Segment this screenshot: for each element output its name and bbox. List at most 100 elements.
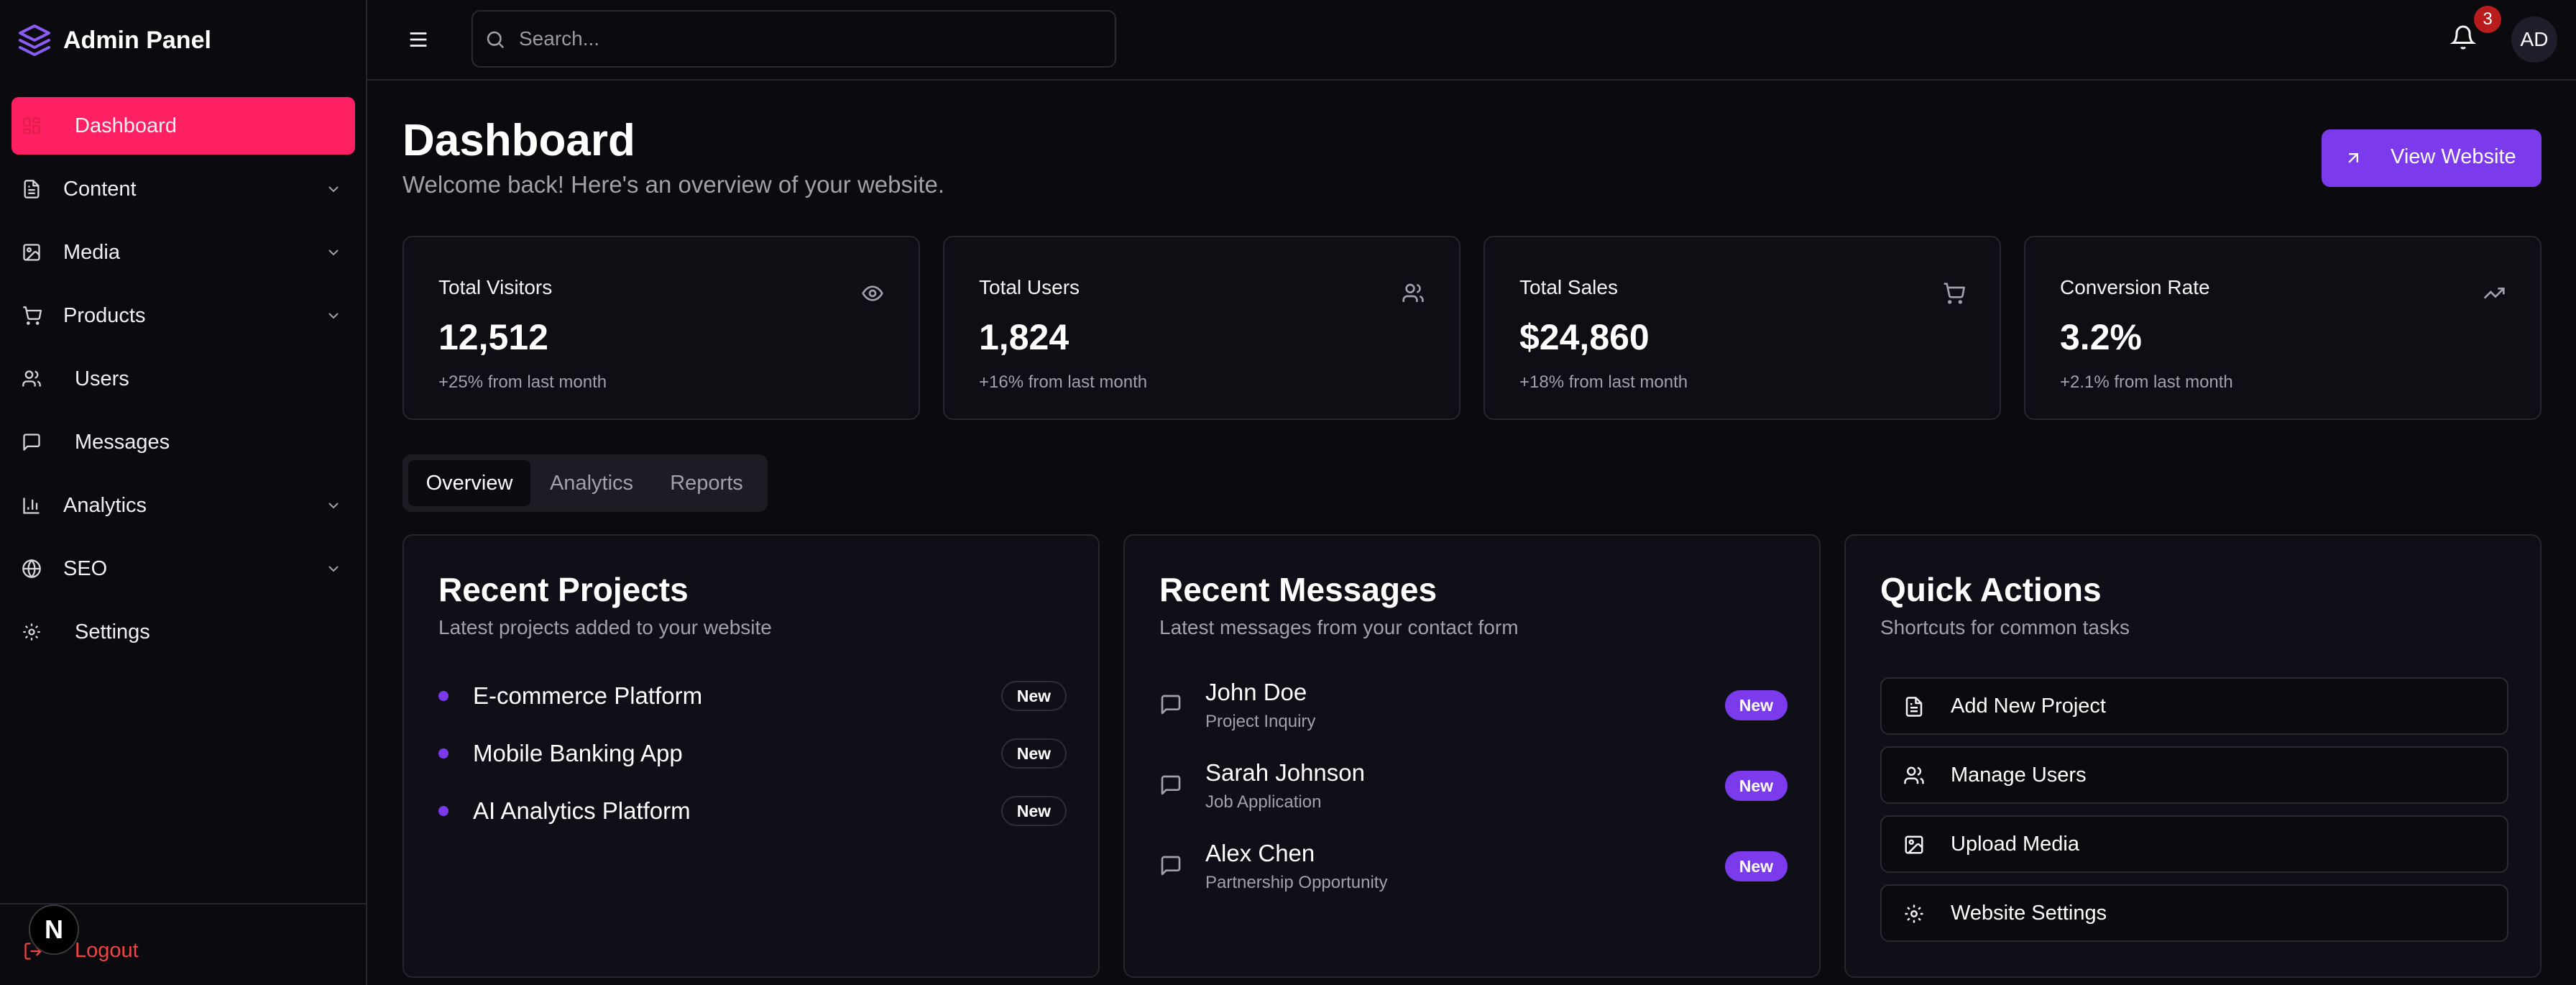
list-item[interactable]: Alex Chen Partnership Opportunity New (1159, 840, 1788, 904)
stat-value: 1,824 (979, 317, 1070, 357)
website-settings-button[interactable]: Website Settings (1880, 884, 2508, 942)
sidebar-item-dashboard[interactable]: Dashboard (12, 97, 355, 155)
trending-up-icon (2483, 282, 2506, 305)
tab-analytics[interactable]: Analytics (530, 460, 653, 506)
message-square-icon (22, 432, 42, 452)
file-text-icon (22, 179, 42, 199)
search-input[interactable] (518, 12, 1092, 66)
upload-media-button[interactable]: Upload Media (1880, 815, 2508, 873)
message-subject: Job Application (1205, 792, 1322, 812)
top-bar: 3 AD (367, 0, 2576, 81)
stat-card-users: Total Users 1,824 +16% from last month (943, 236, 1460, 420)
sidebar-item-label: SEO (63, 556, 108, 580)
image-icon (22, 242, 42, 262)
list-item[interactable]: John Doe Project Inquiry New (1159, 679, 1788, 743)
tab-reports[interactable]: Reports (653, 460, 760, 506)
settings-icon (22, 622, 42, 642)
brand[interactable]: Admin Panel (17, 20, 211, 60)
action-label: Manage Users (1951, 764, 2087, 787)
stat-value: 3.2% (2060, 317, 2142, 357)
sidebar-item-label: Media (63, 240, 120, 264)
chevron-down-icon (325, 307, 342, 324)
sidebar-item-analytics[interactable]: Analytics (12, 477, 355, 534)
sidebar: Admin Panel Dashboard Content Media Prod… (0, 0, 367, 985)
sidebar-nav: Dashboard Content Media Products Users M… (12, 97, 355, 666)
add-new-project-button[interactable]: Add New Project (1880, 677, 2508, 735)
arrow-up-right-icon (2343, 148, 2363, 168)
sidebar-item-content[interactable]: Content (12, 160, 355, 218)
project-name: E-commerce Platform (473, 682, 703, 709)
status-badge: New (1000, 681, 1067, 711)
file-text-icon (1903, 696, 1925, 718)
stat-change: +2.1% from last month (2060, 372, 2233, 392)
stat-change: +16% from last month (979, 372, 1148, 392)
view-website-label: View Website (2391, 145, 2516, 168)
sidebar-item-media[interactable]: Media (12, 224, 355, 281)
manage-users-button[interactable]: Manage Users (1880, 746, 2508, 804)
shopping-cart-icon (22, 306, 42, 326)
action-label: Upload Media (1951, 833, 2079, 856)
project-name: Mobile Banking App (473, 740, 683, 766)
bullet-dot (438, 691, 448, 701)
sidebar-item-label: Messages (75, 430, 170, 454)
card-title: Recent Projects (438, 571, 689, 608)
stat-card-conversion: Conversion Rate 3.2% +2.1% from last mon… (2024, 236, 2542, 420)
message-square-icon (1159, 693, 1182, 716)
menu-icon[interactable] (406, 27, 431, 52)
sender-name: Alex Chen (1205, 840, 1315, 866)
status-badge: New (1724, 851, 1788, 881)
chevron-down-icon (325, 497, 342, 514)
action-label: Add New Project (1951, 695, 2106, 718)
eye-icon (861, 282, 884, 305)
sender-name: Sarah Johnson (1205, 759, 1365, 786)
message-subject: Project Inquiry (1205, 712, 1316, 731)
action-label: Website Settings (1951, 902, 2107, 925)
view-website-button[interactable]: View Website (2322, 129, 2542, 187)
list-item[interactable]: Sarah Johnson Job Application New (1159, 759, 1788, 824)
card-subtitle: Latest messages from your contact form (1159, 616, 1519, 638)
stat-value: 12,512 (438, 317, 548, 357)
chevron-down-icon (325, 180, 342, 198)
sidebar-item-label: Products (63, 303, 146, 327)
sidebar-item-seo[interactable]: SEO (12, 540, 355, 597)
list-item[interactable]: AI Analytics Platform New (438, 790, 1067, 830)
search-box (472, 10, 1116, 68)
avatar[interactable]: AD (2511, 17, 2557, 63)
project-name: AI Analytics Platform (473, 797, 691, 824)
stat-label: Total Sales (1519, 276, 1618, 298)
message-square-icon (1159, 854, 1182, 877)
layers-icon (17, 23, 52, 58)
sidebar-item-products[interactable]: Products (12, 287, 355, 344)
tab-overview[interactable]: Overview (408, 460, 530, 506)
bar-chart-icon (22, 495, 42, 516)
bullet-dot (438, 748, 448, 759)
card-subtitle: Latest projects added to your website (438, 616, 772, 638)
stat-value: $24,860 (1519, 317, 1650, 357)
chevron-down-icon (325, 560, 342, 577)
status-badge: New (1724, 771, 1788, 801)
card-title: Quick Actions (1880, 571, 2102, 608)
stat-card-sales: Total Sales $24,860 +18% from last month (1484, 236, 2001, 420)
stat-label: Total Users (979, 276, 1080, 298)
sidebar-item-settings[interactable]: Settings (12, 603, 355, 661)
stat-change: +25% from last month (438, 372, 607, 392)
recent-projects-card: Recent Projects Latest projects added to… (402, 534, 1100, 978)
sidebar-item-users[interactable]: Users (12, 350, 355, 408)
brand-title: Admin Panel (63, 26, 211, 54)
settings-icon (1903, 903, 1925, 925)
search-icon (484, 29, 506, 50)
bullet-dot (438, 806, 448, 816)
card-subtitle: Shortcuts for common tasks (1880, 616, 2130, 638)
image-icon (1903, 834, 1925, 856)
sidebar-item-label: Settings (75, 620, 150, 643)
dev-tools-badge[interactable]: N (29, 904, 79, 955)
sidebar-item-messages[interactable]: Messages (12, 413, 355, 471)
stat-card-visitors: Total Visitors 12,512 +25% from last mon… (402, 236, 920, 420)
bell-icon[interactable] (2450, 24, 2476, 50)
list-item[interactable]: E-commerce Platform New (438, 675, 1067, 715)
globe-icon (22, 559, 42, 579)
users-icon (22, 369, 42, 389)
stat-label: Conversion Rate (2060, 276, 2210, 298)
list-item[interactable]: Mobile Banking App New (438, 733, 1067, 773)
recent-messages-card: Recent Messages Latest messages from you… (1123, 534, 1821, 978)
